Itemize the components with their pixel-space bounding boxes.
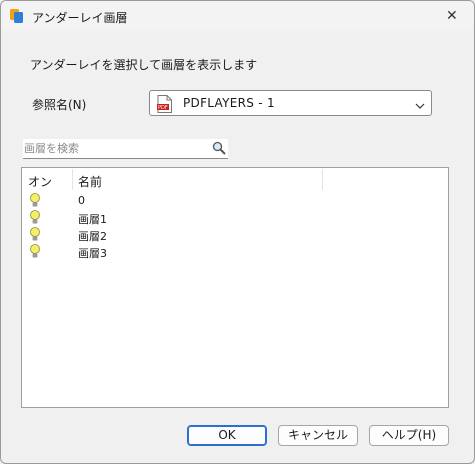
lightbulb-on-icon[interactable] (29, 210, 41, 225)
help-button[interactable]: ヘルプ(H) (369, 425, 449, 446)
layer-row[interactable]: 画層1 (22, 209, 448, 226)
title-bar: アンダーレイ画層 ✕ (1, 1, 474, 31)
reference-name-dropdown[interactable]: PDF PDFLAYERS - 1 (149, 90, 432, 116)
cancel-button[interactable]: キャンセル (278, 425, 358, 446)
pdf-icon: PDF (157, 95, 173, 113)
column-divider[interactable] (72, 169, 73, 190)
underlay-layers-dialog: アンダーレイ画層 ✕ アンダーレイを選択して画層を表示します 参照名(N) PD… (0, 0, 475, 464)
layer-search-input[interactable] (24, 140, 204, 156)
close-button[interactable]: ✕ (430, 1, 474, 31)
layer-search-box (23, 139, 228, 159)
ok-button[interactable]: OK (187, 425, 267, 446)
svg-text:PDF: PDF (158, 105, 168, 111)
reference-name-value: PDFLAYERS - 1 (183, 96, 275, 110)
reference-name-label: 参照名(N) (32, 98, 87, 112)
layer-row[interactable]: 画層2 (22, 226, 448, 243)
layer-name: 画層1 (78, 213, 107, 226)
chevron-down-icon (415, 99, 425, 109)
window-title: アンダーレイ画層 (32, 11, 128, 25)
search-icon[interactable] (212, 141, 226, 155)
column-header-on[interactable]: オン (28, 173, 52, 190)
layer-name: 画層2 (78, 230, 107, 243)
column-header-name[interactable]: 名前 (78, 173, 102, 190)
instruction-text: アンダーレイを選択して画層を表示します (30, 58, 258, 72)
lightbulb-on-icon[interactable] (29, 244, 41, 259)
lightbulb-on-icon[interactable] (29, 193, 41, 208)
app-icon (10, 9, 24, 23)
layer-row[interactable]: 0 (22, 192, 448, 209)
layer-list-header: オン 名前 (22, 168, 448, 190)
column-divider[interactable] (322, 169, 323, 190)
close-icon: ✕ (446, 8, 458, 24)
lightbulb-on-icon[interactable] (29, 227, 41, 242)
layer-row[interactable]: 画層3 (22, 243, 448, 260)
layer-name: 画層3 (78, 247, 107, 260)
layer-list: オン 名前 0 画層1 画層2 画層3 (21, 167, 449, 408)
layer-name: 0 (78, 194, 85, 207)
